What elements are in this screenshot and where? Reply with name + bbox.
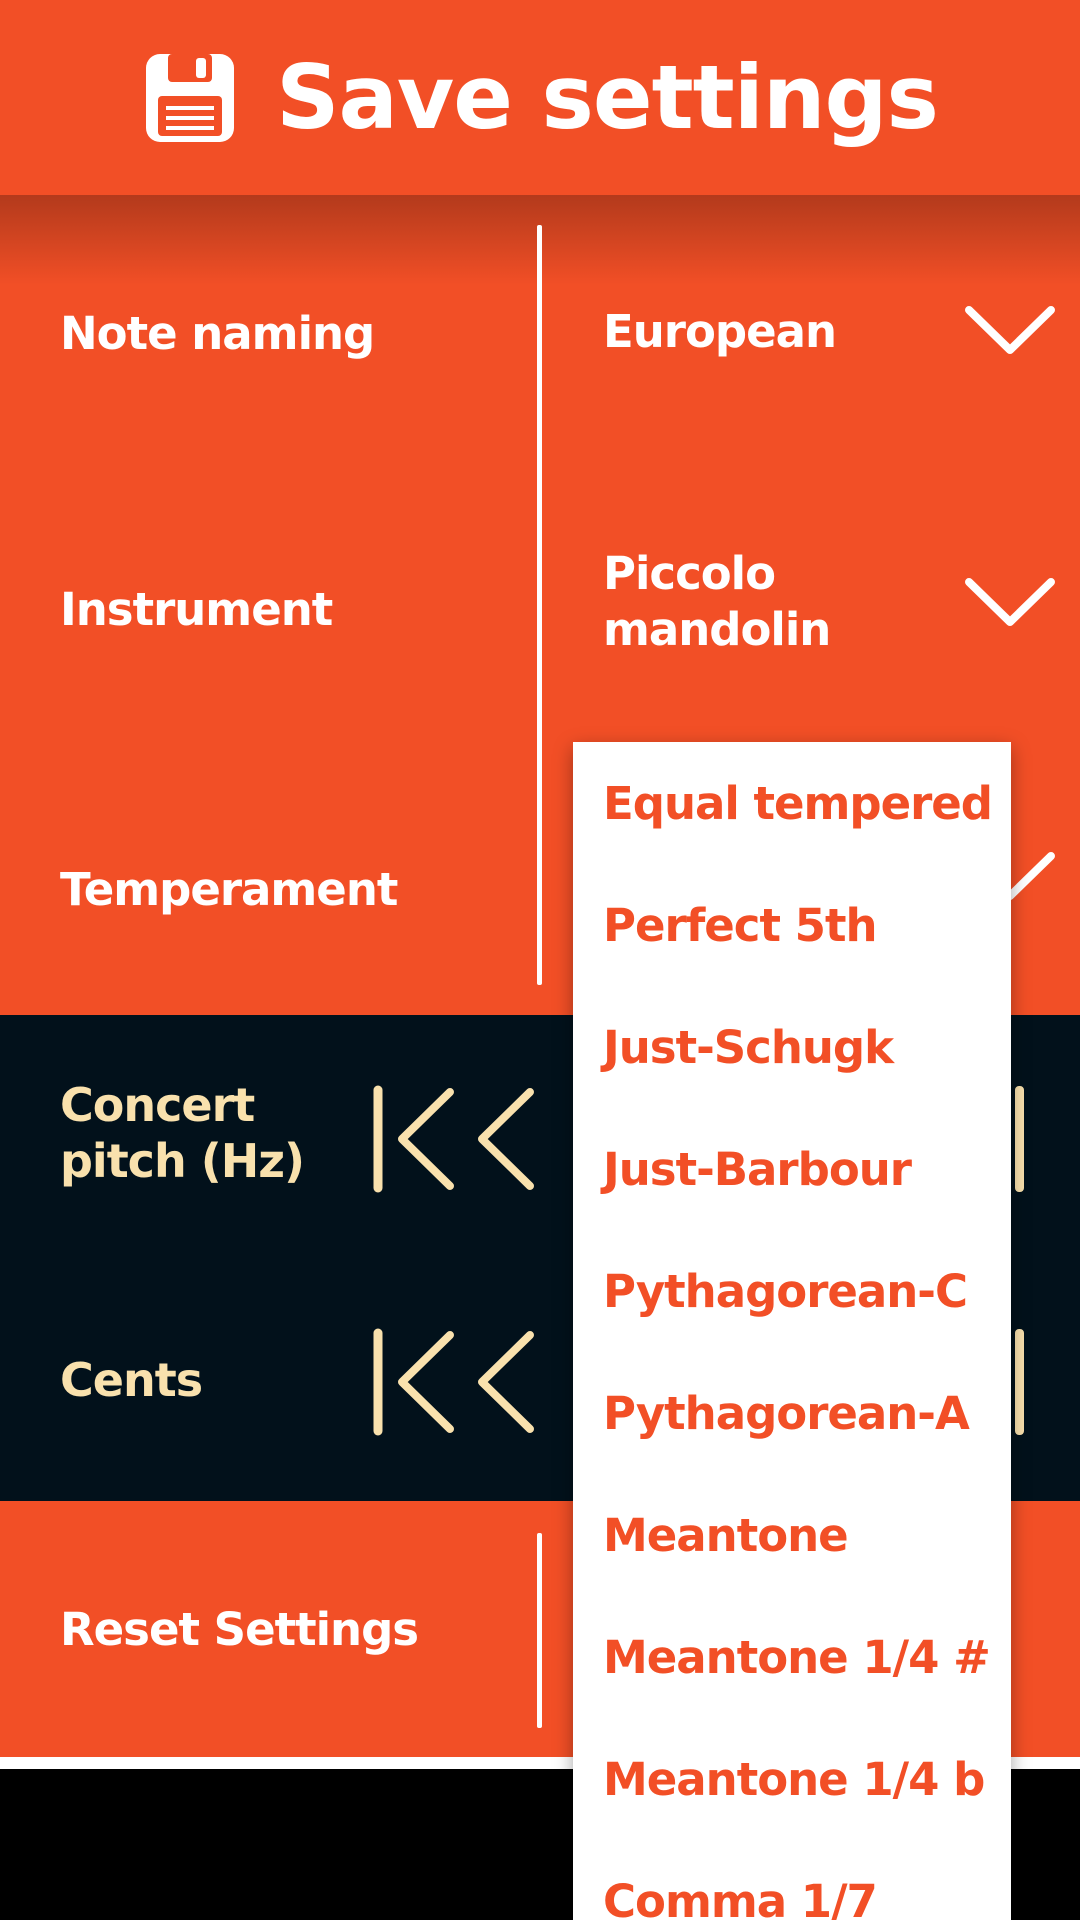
note-naming-select[interactable]: European: [603, 304, 943, 360]
reset-settings-button[interactable]: Reset Settings: [60, 1602, 419, 1658]
divider: [537, 1533, 542, 1728]
page-title: Save settings: [276, 46, 939, 149]
instrument-value-line2: mandolin: [603, 603, 831, 656]
temperament-dropdown: Equal tempered Perfect 5th Just-Schugk J…: [573, 742, 1011, 1920]
dropdown-option[interactable]: Meantone 1/4 #: [573, 1596, 1011, 1718]
dropdown-option[interactable]: Meantone 1/4 b: [573, 1718, 1011, 1840]
dropdown-option[interactable]: Meantone: [573, 1474, 1011, 1596]
step-back-icon[interactable]: [476, 1084, 536, 1194]
instrument-select[interactable]: Piccolo mandolin: [603, 546, 943, 658]
note-naming-label: Note naming: [60, 307, 375, 360]
dropdown-option[interactable]: Just-Barbour: [573, 1108, 1011, 1230]
cents-label: Cents: [60, 1353, 203, 1407]
skip-back-icon[interactable]: [370, 1084, 465, 1194]
dropdown-option[interactable]: Comma 1/7: [573, 1840, 1011, 1920]
instrument-label: Instrument: [60, 583, 333, 636]
dropdown-option[interactable]: Pythagorean-C: [573, 1230, 1011, 1352]
dropdown-option[interactable]: Just-Schugk: [573, 986, 1011, 1108]
skip-forward-icon[interactable]: [1015, 1329, 1024, 1435]
divider: [537, 225, 542, 985]
floppy-disk-icon: [146, 53, 235, 142]
chevron-down-icon[interactable]: [965, 578, 1055, 628]
skip-back-icon[interactable]: [370, 1327, 465, 1437]
step-back-icon[interactable]: [476, 1327, 536, 1437]
concert-pitch-label: Concert pitch (Hz): [60, 1078, 305, 1188]
instrument-value-line1: Piccolo: [603, 547, 776, 600]
dropdown-option[interactable]: Perfect 5th: [573, 864, 1011, 986]
chevron-down-icon[interactable]: [965, 306, 1055, 356]
dropdown-option[interactable]: Equal tempered: [573, 742, 1011, 864]
skip-forward-icon[interactable]: [1015, 1086, 1024, 1192]
dropdown-option[interactable]: Pythagorean-A: [573, 1352, 1011, 1474]
save-settings-button[interactable]: Save settings: [0, 0, 1080, 195]
temperament-label: Temperament: [60, 863, 398, 916]
